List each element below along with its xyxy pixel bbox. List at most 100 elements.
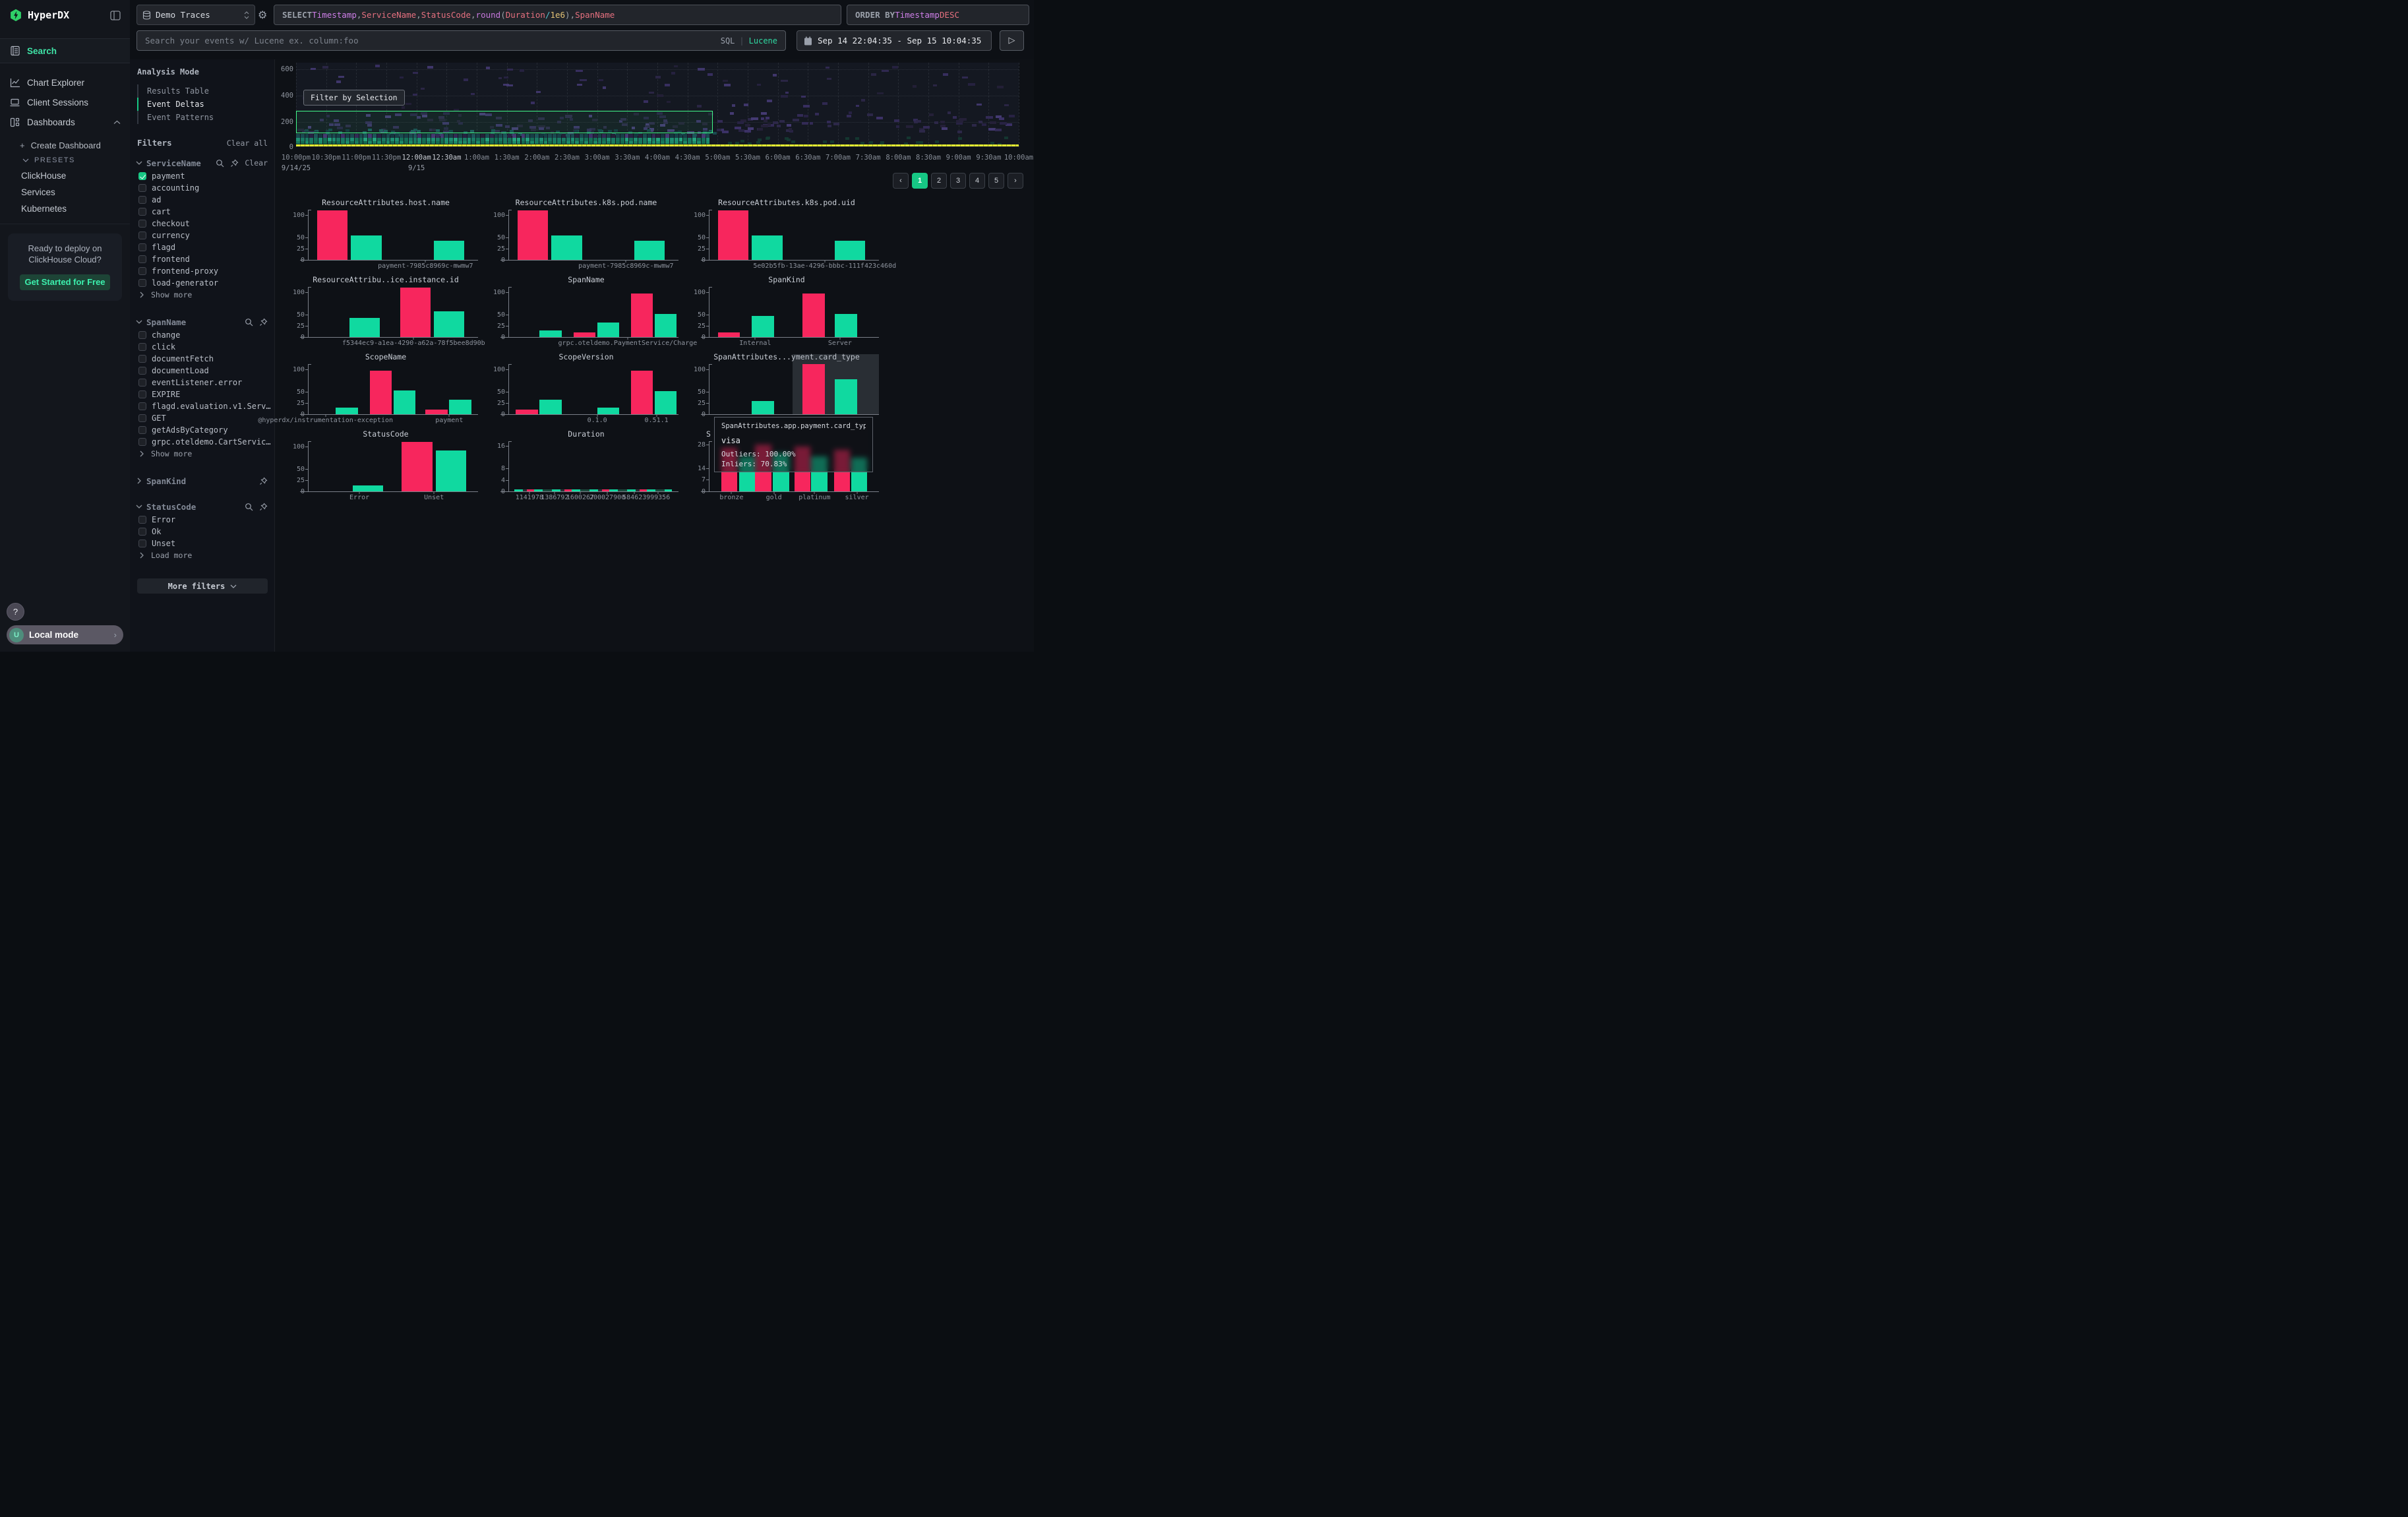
filter-option-eventlistener-error[interactable]: eventListener.error: [138, 377, 274, 388]
pin-icon[interactable]: [259, 503, 268, 511]
filter-group-header-servicename[interactable]: ServiceNameClear: [136, 156, 268, 170]
checkbox[interactable]: [138, 528, 146, 536]
search-icon[interactable]: [245, 318, 253, 326]
filter-option-ok[interactable]: Ok: [138, 526, 274, 538]
sidebar-collapse-icon[interactable]: [110, 11, 121, 20]
lang-toggle-lucene[interactable]: Lucene: [749, 36, 777, 46]
checkbox[interactable]: [138, 243, 146, 251]
checkbox[interactable]: [138, 267, 146, 275]
pagination-page-1[interactable]: 1: [912, 173, 928, 189]
clear-filter-button[interactable]: Clear: [245, 158, 268, 168]
analysis-mode-event-deltas[interactable]: Event Deltas: [137, 98, 274, 111]
mini-chart-11[interactable]: S281470bronzegoldplatinumsilver: [689, 429, 884, 507]
sidebar-item-kubernetes[interactable]: Kubernetes: [0, 201, 130, 217]
checkbox[interactable]: [138, 438, 146, 446]
filter-option-load-generator[interactable]: load-generator: [138, 277, 274, 289]
filter-by-selection-button[interactable]: Filter by Selection: [303, 90, 405, 106]
filter-option-flagd[interactable]: flagd: [138, 241, 274, 253]
filter-group-header-statuscode[interactable]: StatusCode: [136, 499, 268, 514]
filter-option-getadsbycategory[interactable]: getAdsByCategory: [138, 424, 274, 436]
filter-option-frontend[interactable]: frontend: [138, 253, 274, 265]
filter-option-click[interactable]: click: [138, 341, 274, 353]
date-range-picker[interactable]: Sep 14 22:04:35 - Sep 15 10:04:35: [797, 30, 992, 51]
mini-chart-7[interactable]: ScopeVersion100502500.1.00.51.1: [489, 352, 684, 429]
more-filters-button[interactable]: More filters: [137, 578, 268, 594]
mini-chart-10[interactable]: Duration16840114197813867921600267200027…: [489, 429, 684, 507]
pagination-page-5[interactable]: 5: [988, 173, 1004, 189]
mini-chart-8[interactable]: SpanAttributes...yment.card_type10050250: [689, 352, 884, 429]
sidebar-item-dashboards[interactable]: Dashboards: [0, 112, 130, 132]
show-more-button[interactable]: Show more: [138, 289, 274, 301]
pagination-next[interactable]: ›: [1008, 173, 1023, 189]
pin-icon[interactable]: [259, 477, 268, 485]
filter-option-error[interactable]: Error: [138, 514, 274, 526]
filter-option-payment[interactable]: payment: [138, 170, 274, 182]
checkbox[interactable]: [138, 343, 146, 351]
checkbox[interactable]: [138, 355, 146, 363]
filter-option-expire[interactable]: EXPIRE: [138, 388, 274, 400]
checkbox[interactable]: [138, 255, 146, 263]
gear-icon[interactable]: ⚙: [258, 9, 267, 21]
load-more-button[interactable]: Load more: [138, 549, 274, 561]
checkbox[interactable]: [138, 184, 146, 192]
mini-chart-0[interactable]: ResourceAttributes.host.name10050250paym…: [288, 198, 483, 275]
filter-option-documentload[interactable]: documentLoad: [138, 365, 274, 377]
run-query-button[interactable]: ▷: [1000, 30, 1024, 51]
checkbox[interactable]: [138, 220, 146, 228]
filter-option-change[interactable]: change: [138, 329, 274, 341]
pin-icon[interactable]: [230, 159, 239, 168]
filter-option-checkout[interactable]: checkout: [138, 218, 274, 230]
filter-option-cart[interactable]: cart: [138, 206, 274, 218]
mini-chart-1[interactable]: ResourceAttributes.k8s.pod.name10050250p…: [489, 198, 684, 275]
sidebar-item-client-sessions[interactable]: Client Sessions: [0, 92, 130, 112]
sidebar-item-clickhouse[interactable]: ClickHouse: [0, 168, 130, 184]
filter-option-flagd-evaluation-v1-serv-[interactable]: flagd.evaluation.v1.Serv…: [138, 400, 274, 412]
mini-chart-5[interactable]: SpanKind10050250InternalServer: [689, 275, 884, 352]
checkbox[interactable]: [138, 279, 146, 287]
checkbox[interactable]: [138, 367, 146, 375]
heatmap-selection[interactable]: [296, 111, 713, 133]
checkbox[interactable]: [138, 414, 146, 422]
clear-all-button[interactable]: Clear all: [227, 139, 268, 148]
mini-chart-2[interactable]: ResourceAttributes.k8s.pod.uid100502505e…: [689, 198, 884, 275]
mini-chart-4[interactable]: SpanName10050250grpc.oteldemo.PaymentSer…: [489, 275, 684, 352]
checkbox[interactable]: [138, 540, 146, 547]
local-mode-button[interactable]: U Local mode ›: [7, 625, 123, 644]
heatmap-plot[interactable]: Filter by Selection: [296, 63, 1019, 147]
checkbox[interactable]: [138, 516, 146, 524]
checkbox[interactable]: [138, 331, 146, 339]
mini-chart-3[interactable]: ResourceAttribu..ice.instance.id10050250…: [288, 275, 483, 352]
checkbox[interactable]: [138, 208, 146, 216]
checkbox[interactable]: [138, 390, 146, 398]
source-select[interactable]: Demo Traces: [136, 5, 255, 25]
filter-group-header-spanname[interactable]: SpanName: [136, 315, 268, 329]
events-heatmap[interactable]: 6004002000Filter by Selection10:00pm10:3…: [275, 59, 1034, 171]
help-button[interactable]: ?: [7, 603, 24, 621]
search-input[interactable]: Search your events w/ Lucene ex. column:…: [136, 30, 786, 51]
sidebar-item-services[interactable]: Services: [0, 184, 130, 201]
checkbox[interactable]: [138, 172, 146, 180]
filter-group-header-spankind[interactable]: SpanKind: [136, 474, 268, 488]
pagination-page-4[interactable]: 4: [969, 173, 985, 189]
analysis-mode-results-table[interactable]: Results Table: [138, 84, 274, 98]
show-more-button[interactable]: Show more: [138, 448, 274, 460]
filter-option-ad[interactable]: ad: [138, 194, 274, 206]
filter-option-frontend-proxy[interactable]: frontend-proxy: [138, 265, 274, 277]
pagination-page-2[interactable]: 2: [931, 173, 947, 189]
search-icon[interactable]: [245, 503, 253, 511]
checkbox[interactable]: [138, 379, 146, 387]
order-by-input[interactable]: ORDER BY Timestamp DESC: [847, 5, 1029, 25]
mini-chart-6[interactable]: ScopeName10050250@hyperdx/instrumentatio…: [288, 352, 483, 429]
mini-chart-9[interactable]: StatusCode10050250ErrorUnset: [288, 429, 483, 507]
checkbox[interactable]: [138, 402, 146, 410]
analysis-mode-event-patterns[interactable]: Event Patterns: [138, 111, 274, 124]
pagination-page-3[interactable]: 3: [950, 173, 966, 189]
get-started-button[interactable]: Get Started for Free: [20, 274, 110, 290]
sql-select-input[interactable]: SELECT Timestamp, ServiceName, StatusCod…: [274, 5, 841, 25]
lang-toggle-sql[interactable]: SQL: [721, 36, 735, 46]
checkbox[interactable]: [138, 196, 146, 204]
filter-option-currency[interactable]: currency: [138, 230, 274, 241]
sidebar-item-chart-explorer[interactable]: Chart Explorer: [0, 73, 130, 92]
pagination-prev[interactable]: ‹: [893, 173, 909, 189]
presets-toggle[interactable]: PRESETS: [0, 153, 130, 168]
